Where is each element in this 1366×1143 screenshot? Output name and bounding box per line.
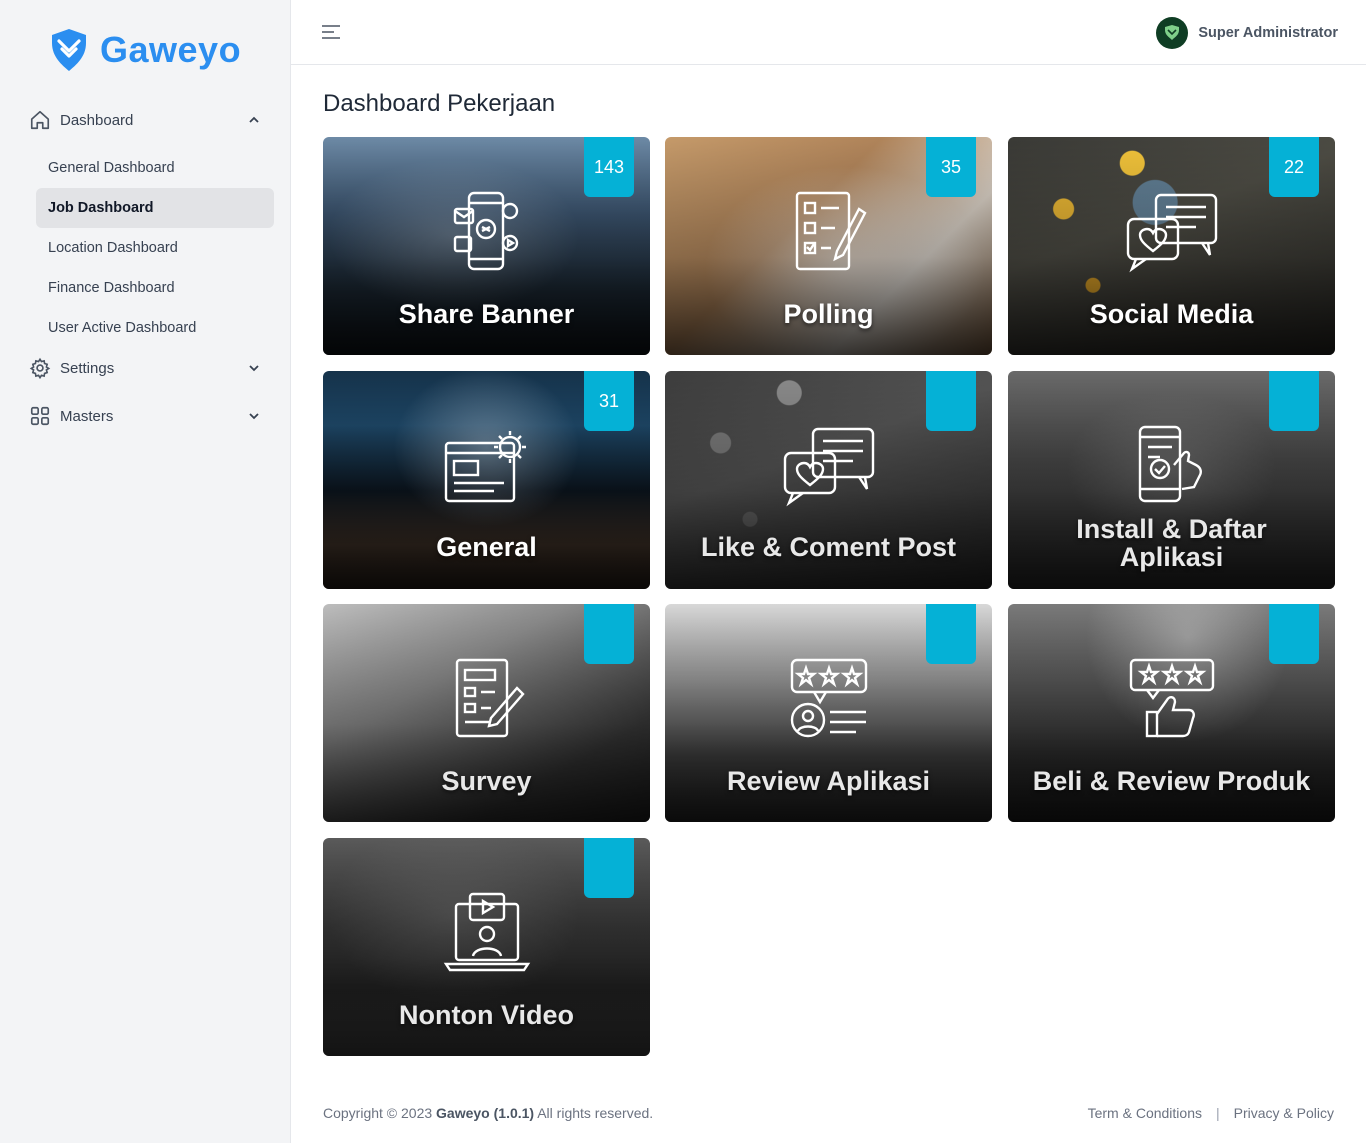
chevron-up-icon — [249, 116, 259, 123]
sidebar-item-label: User Active Dashboard — [48, 320, 197, 336]
job-count-badge — [926, 604, 976, 664]
job-card-share-banner[interactable]: 143 Share Banner — [323, 137, 650, 355]
avatar — [1156, 17, 1189, 49]
sidebar-item-job-dashboard[interactable]: Job Dashboard — [36, 188, 274, 228]
job-card-label: Social Media — [1089, 299, 1254, 329]
job-count-badge — [926, 371, 976, 431]
brand-shield-icon — [52, 29, 86, 71]
footer-divider: | — [1216, 1105, 1220, 1121]
job-card-label: Share Banner — [398, 299, 575, 329]
browser-gear-icon — [444, 431, 526, 503]
job-count-badge: 31 — [584, 371, 634, 431]
thumbs-up-rating-icon — [1129, 658, 1214, 738]
job-card-polling[interactable]: 35 Polling — [665, 137, 992, 355]
job-card-label: Install & Daftar — [1076, 514, 1267, 544]
footer-copyright: Copyright © 2023 Gaweyo (1.0.1) All righ… — [323, 1105, 653, 1121]
brand-logo[interactable]: Gaweyo — [50, 26, 241, 74]
gear-icon — [28, 356, 52, 380]
job-count-badge: 35 — [926, 137, 976, 197]
phone-tap-icon — [1138, 425, 1202, 503]
sidebar-item-label: Finance Dashboard — [48, 280, 175, 296]
sidebar-item-settings[interactable]: Settings — [28, 352, 264, 384]
sidebar: Gaweyo Dashboard General Dashboard Job D… — [0, 0, 291, 1143]
user-name: Super Administrator — [1198, 25, 1338, 41]
job-count-badge: 143 — [584, 137, 634, 197]
top-header: Super Administrator — [291, 0, 1366, 65]
laptop-video-icon — [443, 892, 530, 972]
sidebar-item-label: General Dashboard — [48, 160, 175, 176]
job-count-badge — [584, 838, 634, 898]
chat-heart-icon — [783, 427, 874, 507]
sidebar-item-label: Location Dashboard — [48, 240, 178, 256]
grid-icon — [28, 404, 52, 428]
job-card-label: Beli & Review Produk — [1032, 766, 1311, 796]
job-count-badge — [1269, 604, 1319, 664]
sidebar-item-label: Dashboard — [60, 111, 134, 129]
job-card-label: General — [436, 532, 537, 562]
rating-review-icon — [790, 658, 867, 738]
sidebar-item-user-active-dashboard[interactable]: User Active Dashboard — [36, 308, 274, 348]
job-card-survey[interactable]: Survey — [323, 604, 650, 822]
job-card-label: Nonton Video — [399, 1000, 574, 1030]
sidebar-item-label: Job Dashboard — [48, 200, 154, 216]
footer-links: Term & Conditions | Privacy & Policy — [1088, 1105, 1334, 1121]
job-card-install-register-app[interactable]: Install & Daftar Aplikasi — [1008, 371, 1335, 589]
chat-heart-icon — [1126, 193, 1217, 273]
home-icon — [28, 108, 52, 132]
user-menu[interactable]: Super Administrator — [1156, 16, 1338, 50]
job-card-social-media[interactable]: 22 Social Media — [1008, 137, 1335, 355]
job-card-label: Like & Coment Post — [700, 532, 957, 562]
rights-text: All rights reserved. — [537, 1105, 654, 1121]
sidebar-item-label: Masters — [60, 407, 114, 425]
job-card-buy-review-product[interactable]: Beli & Review Produk — [1008, 604, 1335, 822]
brand-name: Gaweyo — [100, 29, 242, 70]
job-card-general[interactable]: 31 General — [323, 371, 650, 589]
sidebar-item-masters[interactable]: Masters — [28, 400, 264, 432]
copyright-prefix: Copyright © 2023 — [323, 1105, 433, 1121]
terms-link[interactable]: Term & Conditions — [1088, 1105, 1202, 1121]
job-card-label: Review Aplikasi — [726, 766, 931, 796]
sidebar-item-location-dashboard[interactable]: Location Dashboard — [36, 228, 274, 268]
menu-toggle-icon[interactable] — [321, 24, 341, 40]
checklist-icon — [795, 191, 867, 271]
sidebar-item-label: Settings — [60, 359, 115, 377]
job-count-badge — [1269, 371, 1319, 431]
privacy-link[interactable]: Privacy & Policy — [1234, 1105, 1334, 1121]
job-card-watch-video[interactable]: Nonton Video — [323, 838, 650, 1056]
phone-share-icon — [453, 191, 518, 271]
chevron-down-icon — [249, 413, 259, 420]
job-card-label: Polling — [783, 299, 874, 329]
page-title: Dashboard Pekerjaan — [323, 90, 556, 117]
job-count-badge — [584, 604, 634, 664]
app-version: Gaweyo (1.0.1) — [436, 1105, 535, 1121]
survey-form-icon — [455, 658, 525, 738]
sidebar-item-finance-dashboard[interactable]: Finance Dashboard — [36, 268, 274, 308]
job-card-label: Survey — [441, 766, 532, 796]
job-card-like-comment-post[interactable]: Like & Coment Post — [665, 371, 992, 589]
chevron-down-icon — [249, 365, 259, 372]
job-card-label-line2: Aplikasi — [1119, 542, 1224, 572]
sidebar-item-dashboard[interactable]: Dashboard — [28, 104, 264, 136]
job-card-review-app[interactable]: Review Aplikasi — [665, 604, 992, 822]
sidebar-item-general-dashboard[interactable]: General Dashboard — [36, 148, 274, 188]
job-count-badge: 22 — [1269, 137, 1319, 197]
